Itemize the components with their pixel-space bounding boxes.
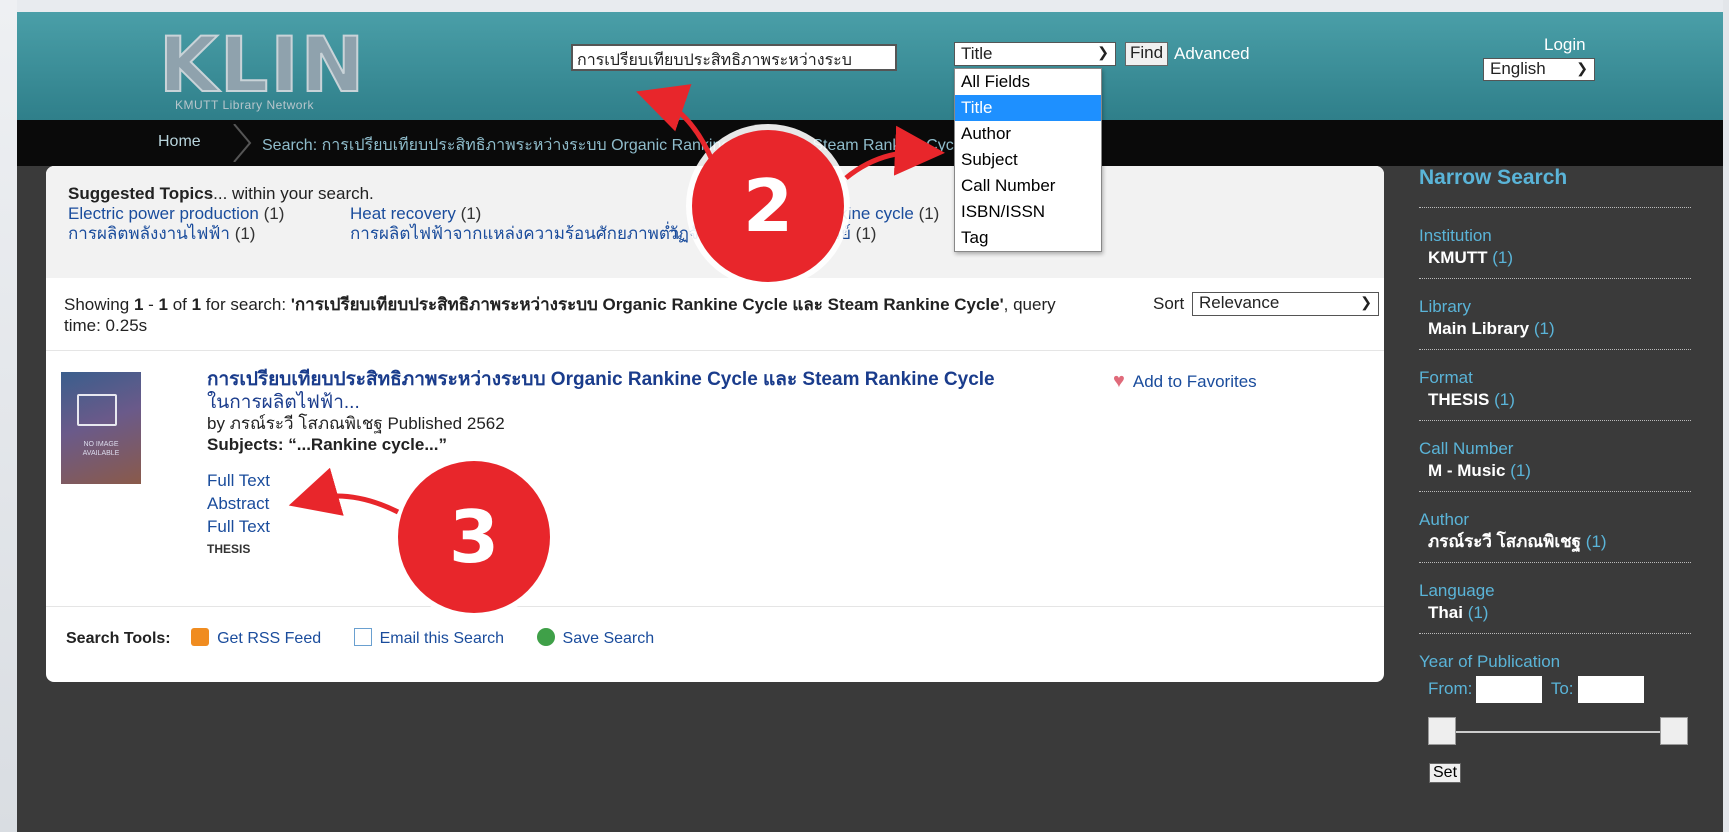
record-thumbnail[interactable]: NO IMAGE AVAILABLE (61, 372, 141, 484)
page-frame-top (0, 0, 1729, 12)
envelope-icon (353, 628, 372, 646)
topic-link[interactable]: Electric power production (1) (68, 204, 284, 224)
topic-link[interactable]: การผลิตพลังงานไฟฟ้า (1) (68, 224, 255, 244)
narrow-search-sidebar: Narrow Search Institution KMUTT (1) Libr… (1419, 166, 1691, 783)
search-tools-label: Search Tools: (66, 630, 171, 647)
search-type-option[interactable]: Subject (955, 147, 1101, 173)
breadcrumb-search: Search: การเปรียบเทียบประสิทธิภาพระหว่าง… (262, 137, 967, 154)
topic-link[interactable]: Heat recovery (1) (350, 204, 481, 224)
search-tools: Search Tools: Get RSS Feed Email this Se… (66, 628, 682, 648)
search-type-value: Title (961, 44, 993, 63)
record-format: THESIS (207, 542, 251, 556)
breadcrumb-separator-icon (233, 124, 252, 162)
set-year-button[interactable]: Set (1429, 763, 1462, 783)
email-search-link[interactable]: Email this Search (353, 628, 504, 647)
facet-author: Author ภรณ์ระวี โสภณพิเชฐ (1) (1419, 492, 1691, 563)
language-select[interactable]: English ❯ (1483, 58, 1595, 81)
annotation-badge-2: 2 (692, 130, 844, 282)
record-byline: by ภรณ์ระวี โสภณพิเชฐ Published 2562 (207, 414, 505, 433)
abstract-link[interactable]: Abstract (207, 492, 1007, 515)
advanced-search-link[interactable]: Advanced (1174, 44, 1250, 64)
year-from-input[interactable] (1476, 676, 1543, 703)
search-type-option[interactable]: Tag (955, 225, 1101, 251)
search-type-option[interactable]: Author (955, 121, 1101, 147)
slider-handle-max[interactable] (1660, 717, 1688, 745)
breadcrumb: Home Search: การเปรียบเทียบประสิทธิภาพระ… (17, 120, 1723, 166)
search-type-option-selected[interactable]: Title (955, 95, 1101, 121)
facet-call-number: Call Number M - Music (1) (1419, 421, 1691, 492)
record-subjects: Subjects: “...Rankine cycle...” (207, 435, 447, 454)
facet-value-link[interactable]: KMUTT (1) (1419, 246, 1691, 269)
facet-library: Library Main Library (1) (1419, 279, 1691, 350)
divider (46, 606, 1384, 607)
search-type-option[interactable]: Call Number (955, 173, 1101, 199)
search-input[interactable]: การเปรียบเทียบประสิทธิภาพระหว่างระบ (571, 44, 897, 71)
narrow-search-heading: Narrow Search (1419, 166, 1691, 208)
site-header: KLIN KMUTT Library Network การเปรียบเทีย… (17, 12, 1723, 120)
heart-icon: ♥ (1113, 370, 1125, 392)
record-author-link: ภรณ์ระวี โสภณพิเชฐ (229, 414, 383, 433)
facet-institution: Institution KMUTT (1) (1419, 208, 1691, 279)
language-value: English (1490, 59, 1546, 78)
topics-heading-suffix: ... within your search. (213, 184, 374, 203)
annotation-badge-3: 3 (398, 461, 550, 613)
rss-feed-link[interactable]: Get RSS Feed (191, 628, 321, 647)
image-placeholder-icon (77, 394, 117, 426)
login-link[interactable]: Login (1544, 35, 1586, 55)
slider-handle-min[interactable] (1428, 717, 1456, 745)
year-range: From: To: (1419, 676, 1691, 703)
chevron-down-icon: ❯ (1097, 44, 1109, 60)
facet-value-link[interactable]: M - Music (1) (1419, 459, 1691, 482)
find-button[interactable]: Find (1125, 42, 1169, 66)
facet-format: Format THESIS (1) (1419, 350, 1691, 421)
facet-value-link[interactable]: ภรณ์ระวี โสภณพิเชฐ (1) (1419, 530, 1691, 553)
facet-language: Language Thai (1) (1419, 563, 1691, 634)
year-slider[interactable] (1428, 717, 1688, 747)
result-summary: Showing 1 - 1 of 1 for search: 'การเปรีย… (64, 295, 1056, 335)
search-query: 'การเปรียบเทียบประสิทธิภาพระหว่างระบบ Or… (290, 295, 1004, 314)
rss-icon (191, 628, 210, 646)
topic-link[interactable]: การผลิตไฟฟ้าจากแหล่งความร้อนศักยภาพต่ำ (350, 224, 679, 244)
breadcrumb-home[interactable]: Home (158, 133, 201, 151)
search-type-option[interactable]: All Fields (955, 69, 1101, 95)
divider (46, 350, 1384, 351)
year-to-input[interactable] (1577, 676, 1644, 703)
no-image-text: NO IMAGE AVAILABLE (82, 441, 120, 457)
sort-select[interactable]: Relevance ❯ (1192, 292, 1379, 316)
page-frame-right (1723, 0, 1729, 832)
search-type-dropdown: All Fields Title Author Subject Call Num… (954, 68, 1102, 252)
save-search-link[interactable]: Save Search (536, 628, 654, 647)
full-text-link[interactable]: Full Text (207, 469, 1007, 492)
logo-text: KLIN (158, 20, 367, 109)
year-title: Year of Publication (1419, 652, 1561, 671)
result-record: การเปรียบเทียบประสิทธิภาพระหว่างระบบ Org… (207, 368, 1007, 556)
search-type-option[interactable]: ISBN/ISSN (955, 199, 1101, 225)
add-to-favorites[interactable]: ♥ Add to Favorites (1113, 370, 1257, 393)
sort-label: Sort (1153, 294, 1185, 313)
plus-circle-icon (536, 628, 555, 646)
chevron-down-icon: ❯ (1576, 60, 1588, 76)
sort-value: Relevance (1199, 293, 1280, 312)
facet-value-link[interactable]: Main Library (1) (1419, 317, 1691, 340)
klin-logo[interactable]: KLIN KMUTT Library Network (158, 20, 399, 113)
topics-heading: Suggested Topics (68, 184, 214, 203)
record-title[interactable]: การเปรียบเทียบประสิทธิภาพระหว่างระบบ Org… (207, 368, 1007, 414)
facet-year: Year of Publication From: To: Set (1419, 634, 1691, 783)
search-type-select[interactable]: Title ❯ (954, 42, 1116, 66)
facet-value-link[interactable]: THESIS (1) (1419, 388, 1691, 411)
page-frame-left (0, 0, 17, 832)
full-text-link-2[interactable]: Full Text (207, 515, 1007, 538)
chevron-down-icon: ❯ (1360, 294, 1372, 310)
slider-track (1446, 731, 1666, 733)
facet-value-link[interactable]: Thai (1) (1419, 601, 1691, 624)
